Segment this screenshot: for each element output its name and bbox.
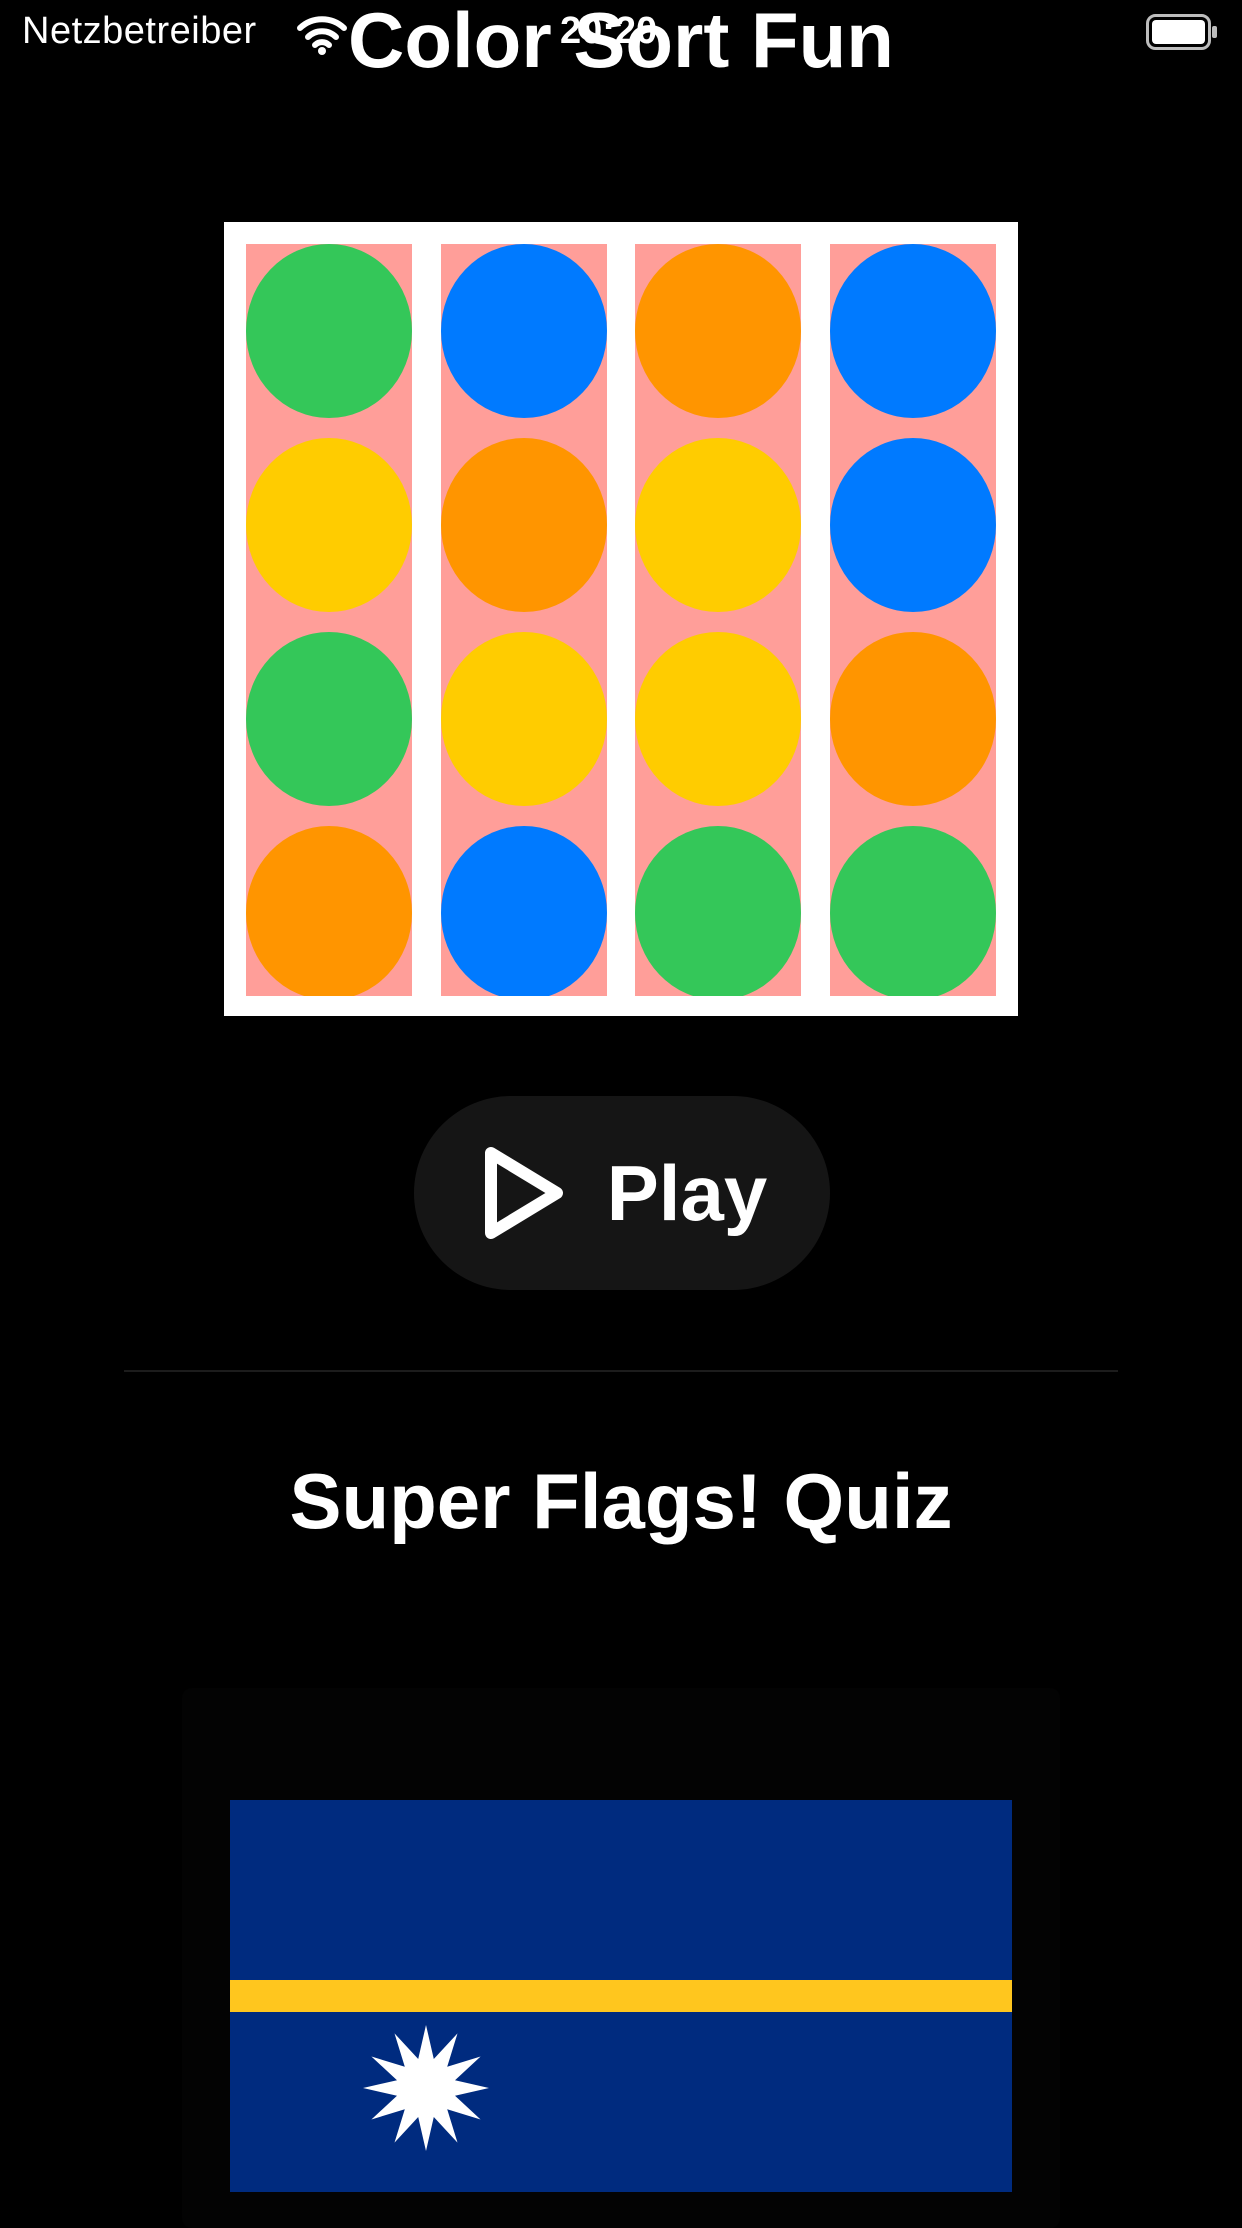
ball-yellow xyxy=(246,438,412,612)
tube[interactable] xyxy=(830,244,996,996)
ball-orange xyxy=(441,438,607,612)
ball-orange xyxy=(635,244,801,418)
ball-blue xyxy=(441,244,607,418)
play-button-label: Play xyxy=(606,1148,768,1237)
ball-yellow xyxy=(635,632,801,806)
ball-blue xyxy=(830,438,996,612)
app-title: Color Sort Fun xyxy=(348,0,894,84)
flag-image xyxy=(230,1800,1012,2192)
quiz-title: Super Flags! Quiz xyxy=(289,1457,953,1545)
ball-green xyxy=(246,632,412,806)
ball-orange xyxy=(830,632,996,806)
ball-green xyxy=(830,826,996,996)
ball-green xyxy=(635,826,801,996)
ball-green xyxy=(246,244,412,418)
color-sort-preview[interactable] xyxy=(224,222,1018,1016)
ball-blue xyxy=(441,826,607,996)
tube[interactable] xyxy=(246,244,412,996)
ball-yellow xyxy=(441,632,607,806)
ball-yellow xyxy=(635,438,801,612)
ball-orange xyxy=(246,826,412,996)
tube[interactable] xyxy=(441,244,607,996)
ball-blue xyxy=(830,244,996,418)
section-divider xyxy=(124,1370,1118,1372)
play-button[interactable]: Play xyxy=(414,1096,830,1290)
play-icon xyxy=(484,1147,563,1239)
tube[interactable] xyxy=(635,244,801,996)
